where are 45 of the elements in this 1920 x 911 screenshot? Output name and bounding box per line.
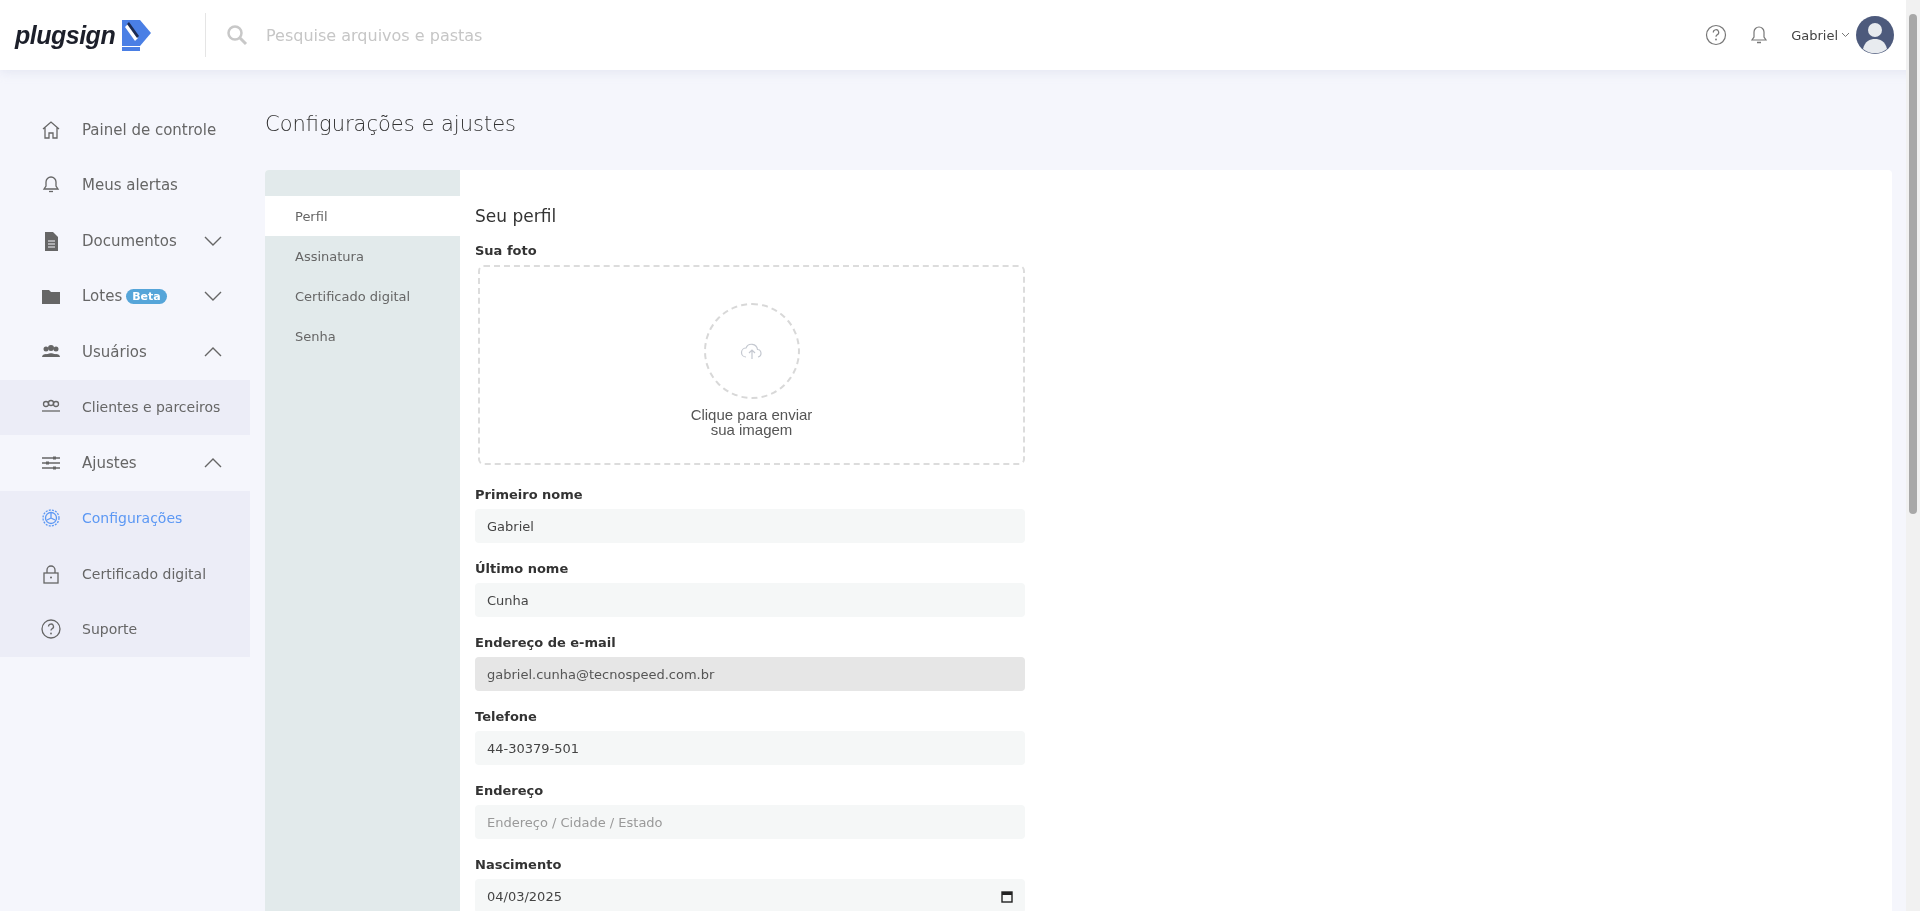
pen-tag-icon (119, 18, 154, 52)
sidebar-item[interactable]: Meus alertas (0, 157, 250, 213)
help-icon (40, 618, 62, 641)
logo-text[interactable]: plugsign (15, 20, 116, 50)
cloud-upload-icon (739, 342, 764, 360)
sidebar-item[interactable]: Clientes e parceiros (0, 379, 250, 435)
input-field[interactable]: Cunha (475, 583, 1025, 617)
sidebar-item[interactable]: Usuários (0, 324, 250, 380)
field-label: Nascimento (475, 857, 563, 873)
field-label: Primeiro nome (475, 487, 584, 503)
input-field[interactable]: Endereço / Cidade / Estado (475, 805, 1025, 839)
tab[interactable]: Perfil (265, 196, 460, 236)
beta-badge: Beta (126, 288, 167, 304)
tab[interactable]: Senha (265, 316, 460, 356)
padlock-icon (40, 562, 62, 585)
gear-icon (40, 507, 62, 530)
notification-bell-icon[interactable] (1749, 24, 1770, 46)
date-field[interactable]: 04/03/2025 (475, 879, 1025, 911)
upload-hint: Clique para enviar sua imagem (689, 407, 814, 437)
page-title: Configurações e ajustes (265, 112, 518, 136)
tab[interactable]: Assinatura (265, 236, 460, 276)
sidebar-item[interactable]: Suporte (0, 601, 250, 657)
sidebar-item[interactable]: Certificado digital (0, 546, 250, 602)
user-menu-button[interactable]: Gabriel (1791, 27, 1850, 43)
field-label: Sua foto (475, 243, 538, 259)
upload-area[interactable]: Clique para enviar sua imagem (478, 265, 1025, 465)
sidebar-item[interactable]: Lotes Beta (0, 268, 250, 324)
sidebar-item[interactable]: Painel de controle (0, 102, 250, 158)
field-label: Endereço de e-mail (475, 635, 617, 651)
tab[interactable]: Certificado digital (265, 276, 460, 316)
sidebar-item[interactable]: Ajustes (0, 435, 250, 491)
section-title: Seu perfil (475, 206, 558, 226)
field-label: Endereço (475, 783, 545, 799)
search-icon (226, 24, 248, 46)
help-icon[interactable] (1705, 24, 1728, 46)
field-label: Último nome (475, 561, 570, 577)
input-field[interactable]: 44-30379-501 (475, 731, 1025, 765)
avatar-icon[interactable] (1856, 16, 1894, 54)
caret-icon (1841, 32, 1850, 38)
scrollbar[interactable] (1906, 0, 1920, 911)
input-field[interactable]: Gabriel (475, 509, 1025, 543)
search-field[interactable]: Pesquise arquivos e pastas (264, 24, 668, 46)
field-label: Telefone (475, 709, 538, 725)
sidebar-item[interactable]: Documentos (0, 213, 250, 269)
calendar-icon[interactable] (1001, 890, 1013, 903)
